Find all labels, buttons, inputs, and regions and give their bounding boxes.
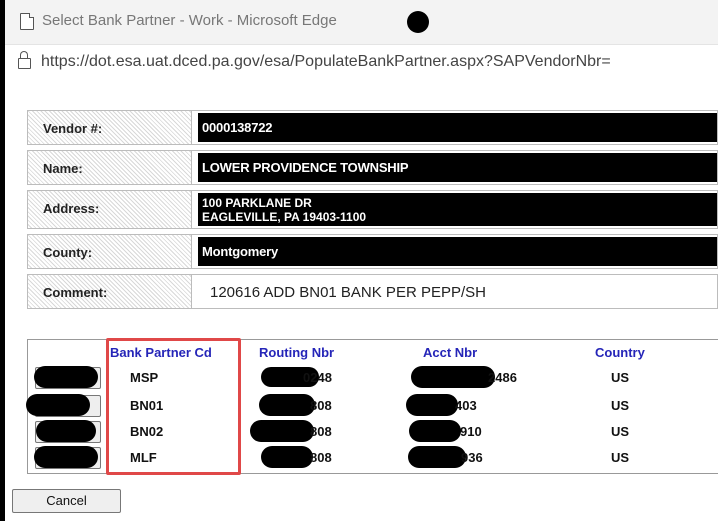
routing-nbr: 0248: [303, 370, 332, 385]
comment-value: 120616 ADD BN01 BANK PER PEPP/SH: [210, 284, 486, 301]
comment-value-cell: 120616 ADD BN01 BANK PER PEPP/SH: [198, 277, 717, 306]
name-value-redacted: LOWER PROVIDENCE TOWNSHIP: [198, 153, 717, 182]
highlight-box: [106, 338, 241, 475]
vendor-row: Vendor #: 0000138722: [27, 110, 718, 145]
lock-icon[interactable]: [18, 51, 31, 69]
address-line1: 100 PARKLANE DR: [202, 196, 312, 210]
redaction-blob: [408, 446, 466, 468]
vendor-value: 0000138722: [202, 120, 273, 135]
redaction-blob: [409, 420, 461, 442]
country: US: [611, 398, 630, 413]
comment-label: Comment:: [28, 275, 192, 308]
county-row: County: Montgomery: [27, 234, 718, 269]
header-routing-nbr[interactable]: Routing Nbr: [259, 345, 334, 360]
header-country[interactable]: Country: [595, 345, 645, 360]
country: US: [611, 370, 630, 385]
comment-row: Comment: 120616 ADD BN01 BANK PER PEPP/S…: [27, 274, 718, 309]
browser-window: Select Bank Partner - Work - Microsoft E…: [5, 0, 718, 521]
vendor-value-redacted: 0000138722: [198, 113, 717, 142]
cancel-button[interactable]: Cancel: [12, 489, 121, 513]
county-value: Montgomery: [202, 244, 279, 259]
redaction-blob: [34, 366, 98, 388]
redaction-blob: [250, 420, 314, 442]
redaction-blob: [26, 394, 90, 416]
routing-nbr: 808: [310, 450, 332, 465]
country: US: [611, 450, 630, 465]
window-title: Select Bank Partner - Work - Microsoft E…: [42, 12, 337, 29]
redaction-blob: [34, 446, 98, 468]
redaction-blob: [259, 394, 315, 416]
address-line2: EAGLEVILLE, PA 19403-1100: [202, 210, 367, 224]
address-value-redacted: 100 PARKLANE DR EAGLEVILLE, PA 19403-110…: [198, 193, 717, 226]
redaction-blob: [411, 366, 495, 388]
title-bar: Select Bank Partner - Work - Microsoft E…: [5, 0, 718, 45]
county-label: County:: [28, 235, 192, 268]
routing-nbr: 808: [310, 424, 332, 439]
acct-nbr: 936: [461, 450, 483, 465]
name-value: LOWER PROVIDENCE TOWNSHIP: [202, 160, 409, 175]
name-label: Name:: [28, 151, 192, 184]
routing-nbr: 808: [310, 398, 332, 413]
url-text[interactable]: https://dot.esa.uat.dced.pa.gov/esa/Popu…: [41, 53, 611, 71]
vendor-form: Vendor #: 0000138722 Name: LOWER PROVIDE…: [27, 110, 718, 314]
redaction-blob: [36, 420, 96, 442]
redaction-blob: [261, 446, 313, 468]
acct-nbr: 910: [460, 424, 482, 439]
redaction-blob: [406, 394, 458, 416]
name-row: Name: LOWER PROVIDENCE TOWNSHIP: [27, 150, 718, 185]
county-value-redacted: Montgomery: [198, 237, 717, 266]
address-label: Address:: [28, 191, 192, 228]
country: US: [611, 424, 630, 439]
redaction-dot: [407, 11, 429, 33]
address-row: Address: 100 PARKLANE DR EAGLEVILLE, PA …: [27, 190, 718, 229]
acct-nbr: 2486: [488, 370, 517, 385]
page-icon: [20, 13, 34, 30]
header-acct-nbr[interactable]: Acct Nbr: [423, 345, 477, 360]
acct-nbr: 403: [455, 398, 477, 413]
vendor-label: Vendor #:: [28, 111, 192, 144]
